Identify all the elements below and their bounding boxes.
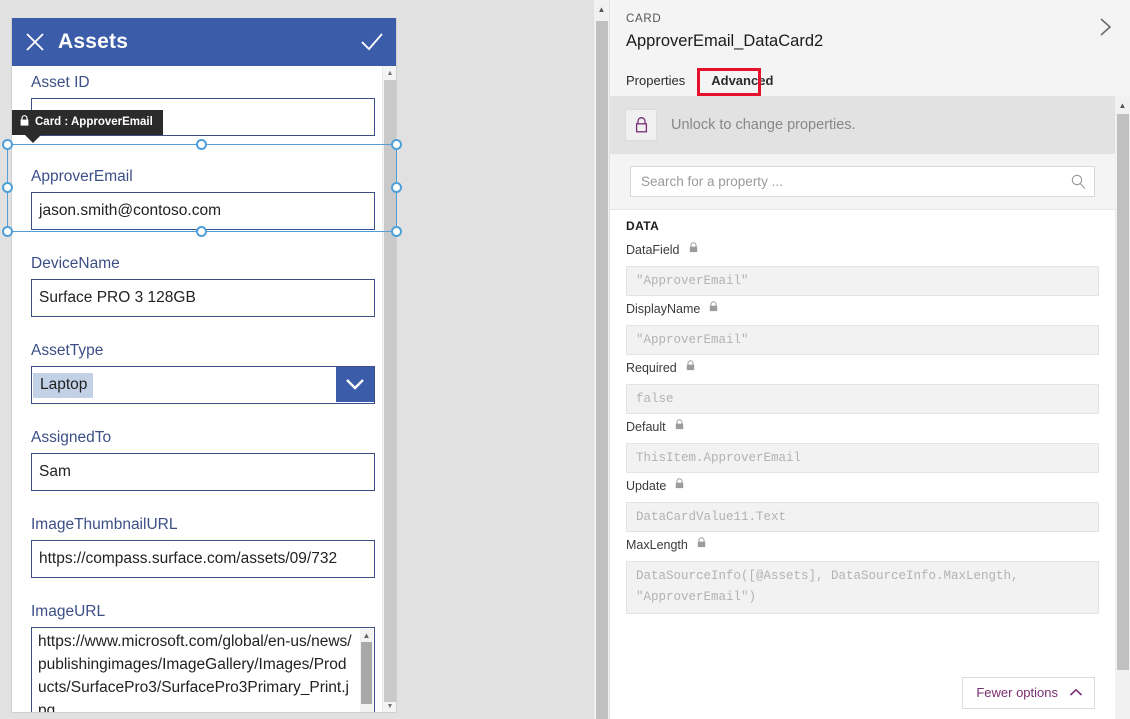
scroll-up-arrow-icon[interactable]: ▲ — [1115, 96, 1130, 114]
property-value[interactable]: DataSourceInfo([@Assets], DataSourceInfo… — [626, 561, 1099, 614]
section-header-data: DATA — [626, 219, 660, 233]
selection-tooltip: Card : ApproverEmail — [12, 110, 163, 143]
lock-icon — [689, 240, 698, 258]
app-canvas[interactable]: Assets Asset ID ApproverEmail jason.smit… — [0, 0, 594, 719]
asset-type-dropdown[interactable]: Laptop — [31, 366, 375, 404]
form-scrollbar[interactable]: ▲ ▼ — [382, 66, 396, 712]
lock-icon — [686, 358, 695, 376]
textarea-scrollbar[interactable]: ▲ ▼ — [360, 629, 373, 712]
close-x-icon[interactable] — [12, 18, 58, 66]
property-search-row: Search for a property ... — [610, 154, 1115, 209]
unlock-bar[interactable]: Unlock to change properties. — [610, 96, 1115, 154]
checkmark-icon[interactable] — [346, 18, 396, 66]
field-label: Asset ID — [31, 74, 90, 91]
field-input[interactable]: Surface PRO 3 128GB — [31, 279, 375, 317]
chevron-right-icon[interactable] — [1090, 12, 1120, 42]
search-input[interactable]: Search for a property ... — [630, 166, 1095, 197]
property-label: Default — [626, 420, 666, 434]
lock-icon — [20, 115, 29, 129]
scroll-up-arrow-icon[interactable]: ▲ — [360, 629, 373, 642]
fewer-options-row: Fewer options — [962, 677, 1095, 709]
lock-icon — [709, 299, 718, 317]
canvas-scrollbar[interactable]: ▲ — [594, 0, 609, 719]
search-placeholder: Search for a property ... — [641, 174, 783, 189]
unlock-message: Unlock to change properties. — [671, 117, 856, 133]
scroll-down-arrow-icon[interactable]: ▼ — [360, 708, 373, 712]
field-label: AssetType — [31, 342, 104, 359]
form-field-assigned-to[interactable]: AssignedTo Sam — [31, 427, 375, 491]
tooltip-label: Card : ApproverEmail — [35, 116, 153, 128]
property-label: Required — [626, 361, 677, 375]
field-label: DeviceName — [31, 255, 120, 272]
property-label: DataField — [626, 243, 680, 257]
property-label: MaxLength — [626, 538, 688, 552]
property-value[interactable]: "ApproverEmail" — [626, 325, 1099, 355]
property-value[interactable]: DataCardValue11.Text — [626, 502, 1099, 532]
chevron-down-icon[interactable] — [336, 367, 374, 402]
field-input[interactable]: https://compass.surface.com/assets/09/73… — [31, 540, 375, 578]
scroll-down-arrow-icon[interactable]: ▼ — [383, 699, 396, 712]
scroll-up-arrow-icon[interactable]: ▲ — [594, 0, 609, 18]
form-field-image-thumbnail-url[interactable]: ImageThumbnailURL https://compass.surfac… — [31, 514, 375, 578]
panel-kicker: CARD — [626, 13, 662, 25]
fewer-options-button[interactable]: Fewer options — [962, 677, 1095, 709]
image-url-textarea[interactable]: https://www.microsoft.com/global/en-us/n… — [31, 627, 375, 713]
panel-tabs: Properties Advanced — [626, 66, 787, 96]
panel-scroll-thumb[interactable] — [1117, 114, 1129, 670]
textarea-scroll-thumb[interactable] — [361, 642, 372, 704]
textarea-value: https://www.microsoft.com/global/en-us/n… — [38, 633, 352, 713]
tab-advanced[interactable]: Advanced — [698, 66, 787, 96]
lock-closed-icon[interactable] — [625, 109, 657, 141]
form-field-device-name[interactable]: DeviceName Surface PRO 3 128GB — [31, 253, 375, 317]
lock-icon — [697, 535, 706, 553]
app-title: Assets — [58, 30, 129, 53]
panel-header: CARD ApproverEmail_DataCard2 Properties … — [610, 0, 1130, 96]
search-icon[interactable] — [1071, 174, 1086, 195]
fewer-options-label: Fewer options — [976, 685, 1058, 700]
form-field-image-url[interactable]: ImageURL https://www.microsoft.com/globa… — [31, 601, 375, 713]
scroll-up-arrow-icon[interactable]: ▲ — [383, 66, 396, 80]
property-value[interactable]: ThisItem.ApproverEmail — [626, 443, 1099, 473]
canvas-scroll-thumb[interactable] — [596, 21, 608, 719]
property-value[interactable]: false — [626, 384, 1099, 414]
form-body[interactable]: Asset ID ApproverEmail jason.smith@conto… — [12, 66, 396, 713]
property-update[interactable]: Update DataCardValue11.Text — [610, 476, 1115, 532]
field-label: ImageThumbnailURL — [31, 516, 178, 533]
field-input[interactable]: jason.smith@contoso.com — [31, 192, 375, 230]
form-scroll-thumb[interactable] — [384, 80, 396, 702]
property-required[interactable]: Required false — [610, 358, 1115, 414]
field-input[interactable]: Sam — [31, 453, 375, 491]
app-header-bar: Assets — [12, 18, 396, 66]
field-label: AssignedTo — [31, 429, 112, 446]
properties-list[interactable]: DATA DataField "ApproverEmail" DisplayNa… — [610, 209, 1115, 719]
tab-properties[interactable]: Properties — [626, 66, 698, 96]
property-value[interactable]: "ApproverEmail" — [626, 266, 1099, 296]
property-maxlength[interactable]: MaxLength DataSourceInfo([@Assets], Data… — [610, 535, 1115, 614]
property-datafield[interactable]: DataField "ApproverEmail" — [610, 240, 1115, 296]
lock-icon — [675, 476, 684, 494]
dropdown-selected-value: Laptop — [33, 372, 94, 398]
panel-title: ApproverEmail_DataCard2 — [626, 32, 824, 50]
lock-icon — [675, 417, 684, 435]
field-label: ApproverEmail — [31, 168, 133, 185]
form-field-asset-type[interactable]: AssetType Laptop — [31, 340, 375, 404]
property-label: DisplayName — [626, 302, 701, 316]
form-field-approver-email[interactable]: ApproverEmail jason.smith@contoso.com — [31, 166, 375, 230]
property-label: Update — [626, 479, 667, 493]
panel-scrollbar[interactable]: ▲ — [1115, 96, 1130, 719]
property-displayname[interactable]: DisplayName "ApproverEmail" — [610, 299, 1115, 355]
property-default[interactable]: Default ThisItem.ApproverEmail — [610, 417, 1115, 473]
field-label: ImageURL — [31, 603, 106, 620]
chevron-up-icon — [1069, 685, 1083, 700]
app-root: Assets Asset ID ApproverEmail jason.smit… — [0, 0, 1130, 719]
